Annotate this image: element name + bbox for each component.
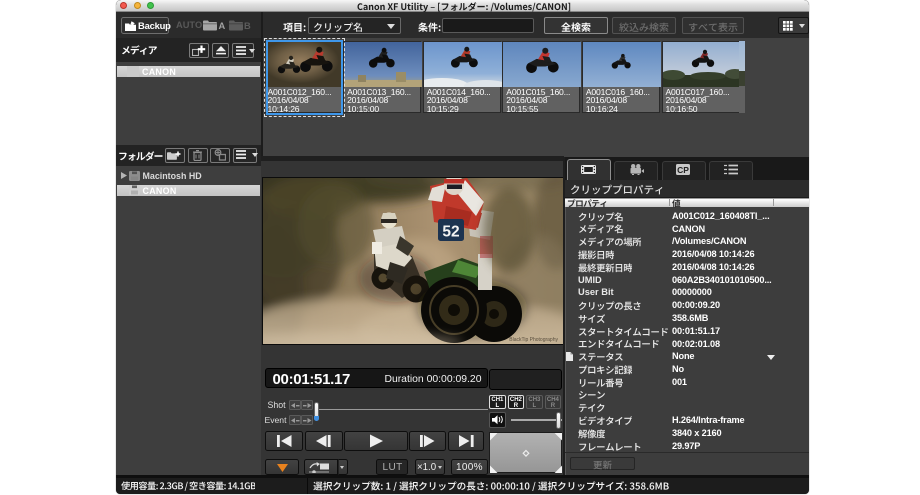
svg-text:CP: CP <box>677 164 689 174</box>
